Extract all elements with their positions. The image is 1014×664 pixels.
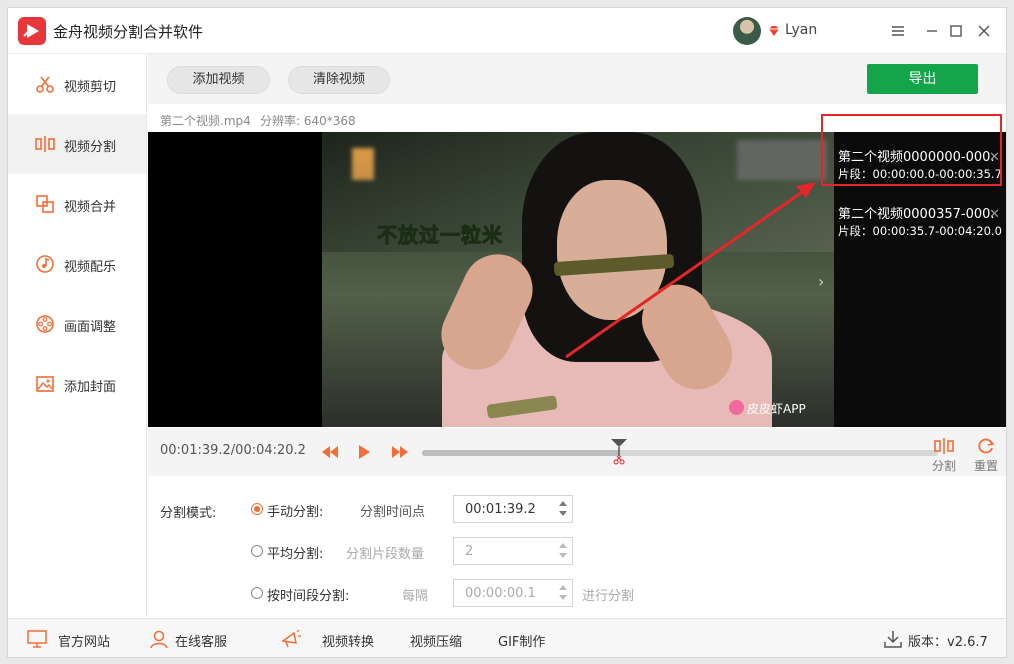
segment-range: 片段：00:00:35.7-00:04:20.0: [838, 224, 1002, 238]
sidebar-item-label: 视频分割: [64, 140, 117, 155]
playback-controls: 00:01:39.2/00:04:20.2 分割 重置: [148, 428, 1006, 476]
split-time-value: 00:01:39.2: [465, 502, 536, 517]
interval-label: 每隔: [402, 589, 429, 604]
monitor-icon: [27, 630, 47, 648]
segment-close-icon[interactable]: ✕: [989, 207, 1000, 222]
annotation-highlight-box: [821, 114, 1002, 186]
radio-label-interval[interactable]: 按时间段分割:: [267, 585, 349, 604]
footer-website-link[interactable]: 官方网站: [26, 629, 116, 650]
timeline-progress: [422, 450, 620, 456]
segment-item[interactable]: 第二个视频0000357-000... 片段：00:00:35.7-00:04:…: [834, 189, 1006, 239]
sidebar-item-cover[interactable]: 添加封面: [8, 354, 146, 414]
video-subtitle: 不放过一粒米: [377, 223, 503, 248]
video-frame: 不放过一粒米 皮皮虾APP: [322, 132, 834, 427]
file-resolution: 分辨率: 640*368: [260, 114, 356, 128]
playhead-marker-icon[interactable]: [611, 439, 628, 467]
radio-manual-split[interactable]: [251, 503, 263, 515]
spin-arrows-icon[interactable]: [558, 583, 568, 605]
sidebar-item-merge[interactable]: 视频合并: [8, 174, 146, 234]
sidebar-item-label: 视频剪切: [64, 80, 117, 95]
footer-support-label: 在线客服: [175, 635, 228, 650]
interval-value: 00:00:00.1: [465, 586, 536, 601]
rewind-icon[interactable]: [320, 442, 340, 462]
refresh-icon: [978, 438, 995, 454]
segment-count-label: 分割片段数量: [346, 547, 425, 562]
scissors-icon: [36, 76, 54, 93]
sidebar-item-label: 添加封面: [64, 380, 117, 395]
watermark-logo-icon: [729, 400, 744, 415]
sidebar-item-split[interactable]: 视频分割: [8, 114, 146, 174]
footer-convert-label: 视频转换: [322, 635, 375, 650]
download-icon: [884, 631, 902, 648]
footer-version[interactable]: 版本：v2.6.7: [882, 629, 997, 650]
fast-forward-icon[interactable]: [390, 442, 410, 462]
interval-suffix: 进行分割: [582, 589, 635, 604]
sidebar-item-label: 画面调整: [64, 320, 117, 335]
user-avatar[interactable]: [733, 17, 761, 45]
split-button[interactable]: 分割: [924, 436, 964, 474]
video-watermark: 皮皮虾APP: [747, 402, 806, 416]
sidebar-item-cut[interactable]: 视频剪切: [8, 54, 146, 114]
radio-label-average[interactable]: 平均分割:: [267, 543, 323, 562]
sidebar-item-music[interactable]: 视频配乐: [8, 234, 146, 294]
app-window: 金舟视频分割合并软件 Lyan 视频剪切 视频分割 视频合并 视频配乐 画面调整…: [7, 7, 1007, 658]
minimize-icon[interactable]: [922, 21, 942, 41]
export-button[interactable]: 导出: [867, 64, 978, 94]
play-icon[interactable]: [354, 442, 374, 462]
reset-button[interactable]: 重置: [966, 436, 1006, 474]
footer-version-label: 版本：v2.6.7: [908, 635, 988, 650]
add-video-button[interactable]: 添加视频: [167, 66, 270, 94]
sidebar-item-label: 视频配乐: [64, 260, 117, 275]
customer-service-icon: [150, 630, 168, 649]
split-time-label: 分割时间点: [360, 505, 426, 520]
sidebar-item-label: 视频合并: [64, 200, 117, 215]
radio-average-split[interactable]: [251, 545, 263, 557]
image-icon: [36, 376, 54, 392]
footer-support-link[interactable]: 在线客服: [148, 629, 238, 650]
close-icon[interactable]: [974, 21, 994, 41]
footer-gif-link[interactable]: GIF制作: [498, 629, 558, 650]
segment-count-input[interactable]: 2: [453, 537, 573, 565]
vip-diamond-icon: [769, 26, 779, 36]
split-button-label: 分割: [931, 459, 956, 473]
megaphone-icon: [281, 629, 301, 648]
menu-icon[interactable]: [888, 21, 908, 41]
radio-label-manual[interactable]: 手动分割:: [267, 501, 323, 520]
footer-website-label: 官方网站: [58, 635, 111, 650]
segment-count-value: 2: [465, 544, 474, 559]
segment-title: 第二个视频0000357-000...: [838, 207, 994, 222]
split-icon: [934, 438, 954, 454]
footer-gif-label: GIF制作: [498, 635, 546, 650]
sidebar-item-adjust[interactable]: 画面调整: [8, 294, 146, 354]
username[interactable]: Lyan: [785, 22, 817, 38]
interval-input[interactable]: 00:00:00.1: [453, 579, 573, 607]
spin-arrows-icon[interactable]: [558, 499, 568, 521]
toolbar: 添加视频 清除视频 导出: [148, 54, 1006, 104]
split-mode-label: 分割模式:: [160, 506, 217, 521]
clear-video-button[interactable]: 清除视频: [288, 66, 390, 94]
sidebar: 视频剪切 视频分割 视频合并 视频配乐 画面调整 添加封面: [8, 54, 147, 617]
split-time-input[interactable]: 00:01:39.2: [453, 495, 573, 523]
footer-compress-link[interactable]: 视频压缩: [410, 629, 470, 650]
maximize-icon[interactable]: [946, 21, 966, 41]
app-title: 金舟视频分割合并软件: [53, 23, 204, 41]
music-icon: [36, 255, 54, 273]
timecode: 00:01:39.2/00:04:20.2: [160, 443, 306, 458]
split-settings: 分割模式: 手动分割: 分割时间点 00:01:39.2 平均分割: 分割片段数…: [148, 476, 1006, 617]
file-name: 第二个视频.mp4: [160, 114, 251, 128]
split-icon: [35, 136, 55, 152]
footer-bar: 官方网站 在线客服 视频转换 视频压缩 GIF制作 版本：v2.6.7: [8, 618, 1006, 657]
timeline-track[interactable]: [422, 450, 938, 456]
merge-icon: [36, 195, 54, 213]
reset-button-label: 重置: [973, 459, 998, 473]
footer-compress-label: 视频压缩: [410, 635, 463, 650]
radio-interval-split[interactable]: [251, 587, 263, 599]
video-preview[interactable]: 不放过一粒米 皮皮虾APP ›: [148, 132, 834, 427]
title-bar: 金舟视频分割合并软件 Lyan: [8, 8, 1006, 54]
app-logo-icon: [18, 17, 46, 45]
film-reel-icon: [36, 315, 54, 333]
spin-arrows-icon[interactable]: [558, 541, 568, 563]
chevron-right-icon[interactable]: ›: [818, 272, 824, 291]
footer-convert-link[interactable]: 视频转换: [280, 629, 380, 650]
